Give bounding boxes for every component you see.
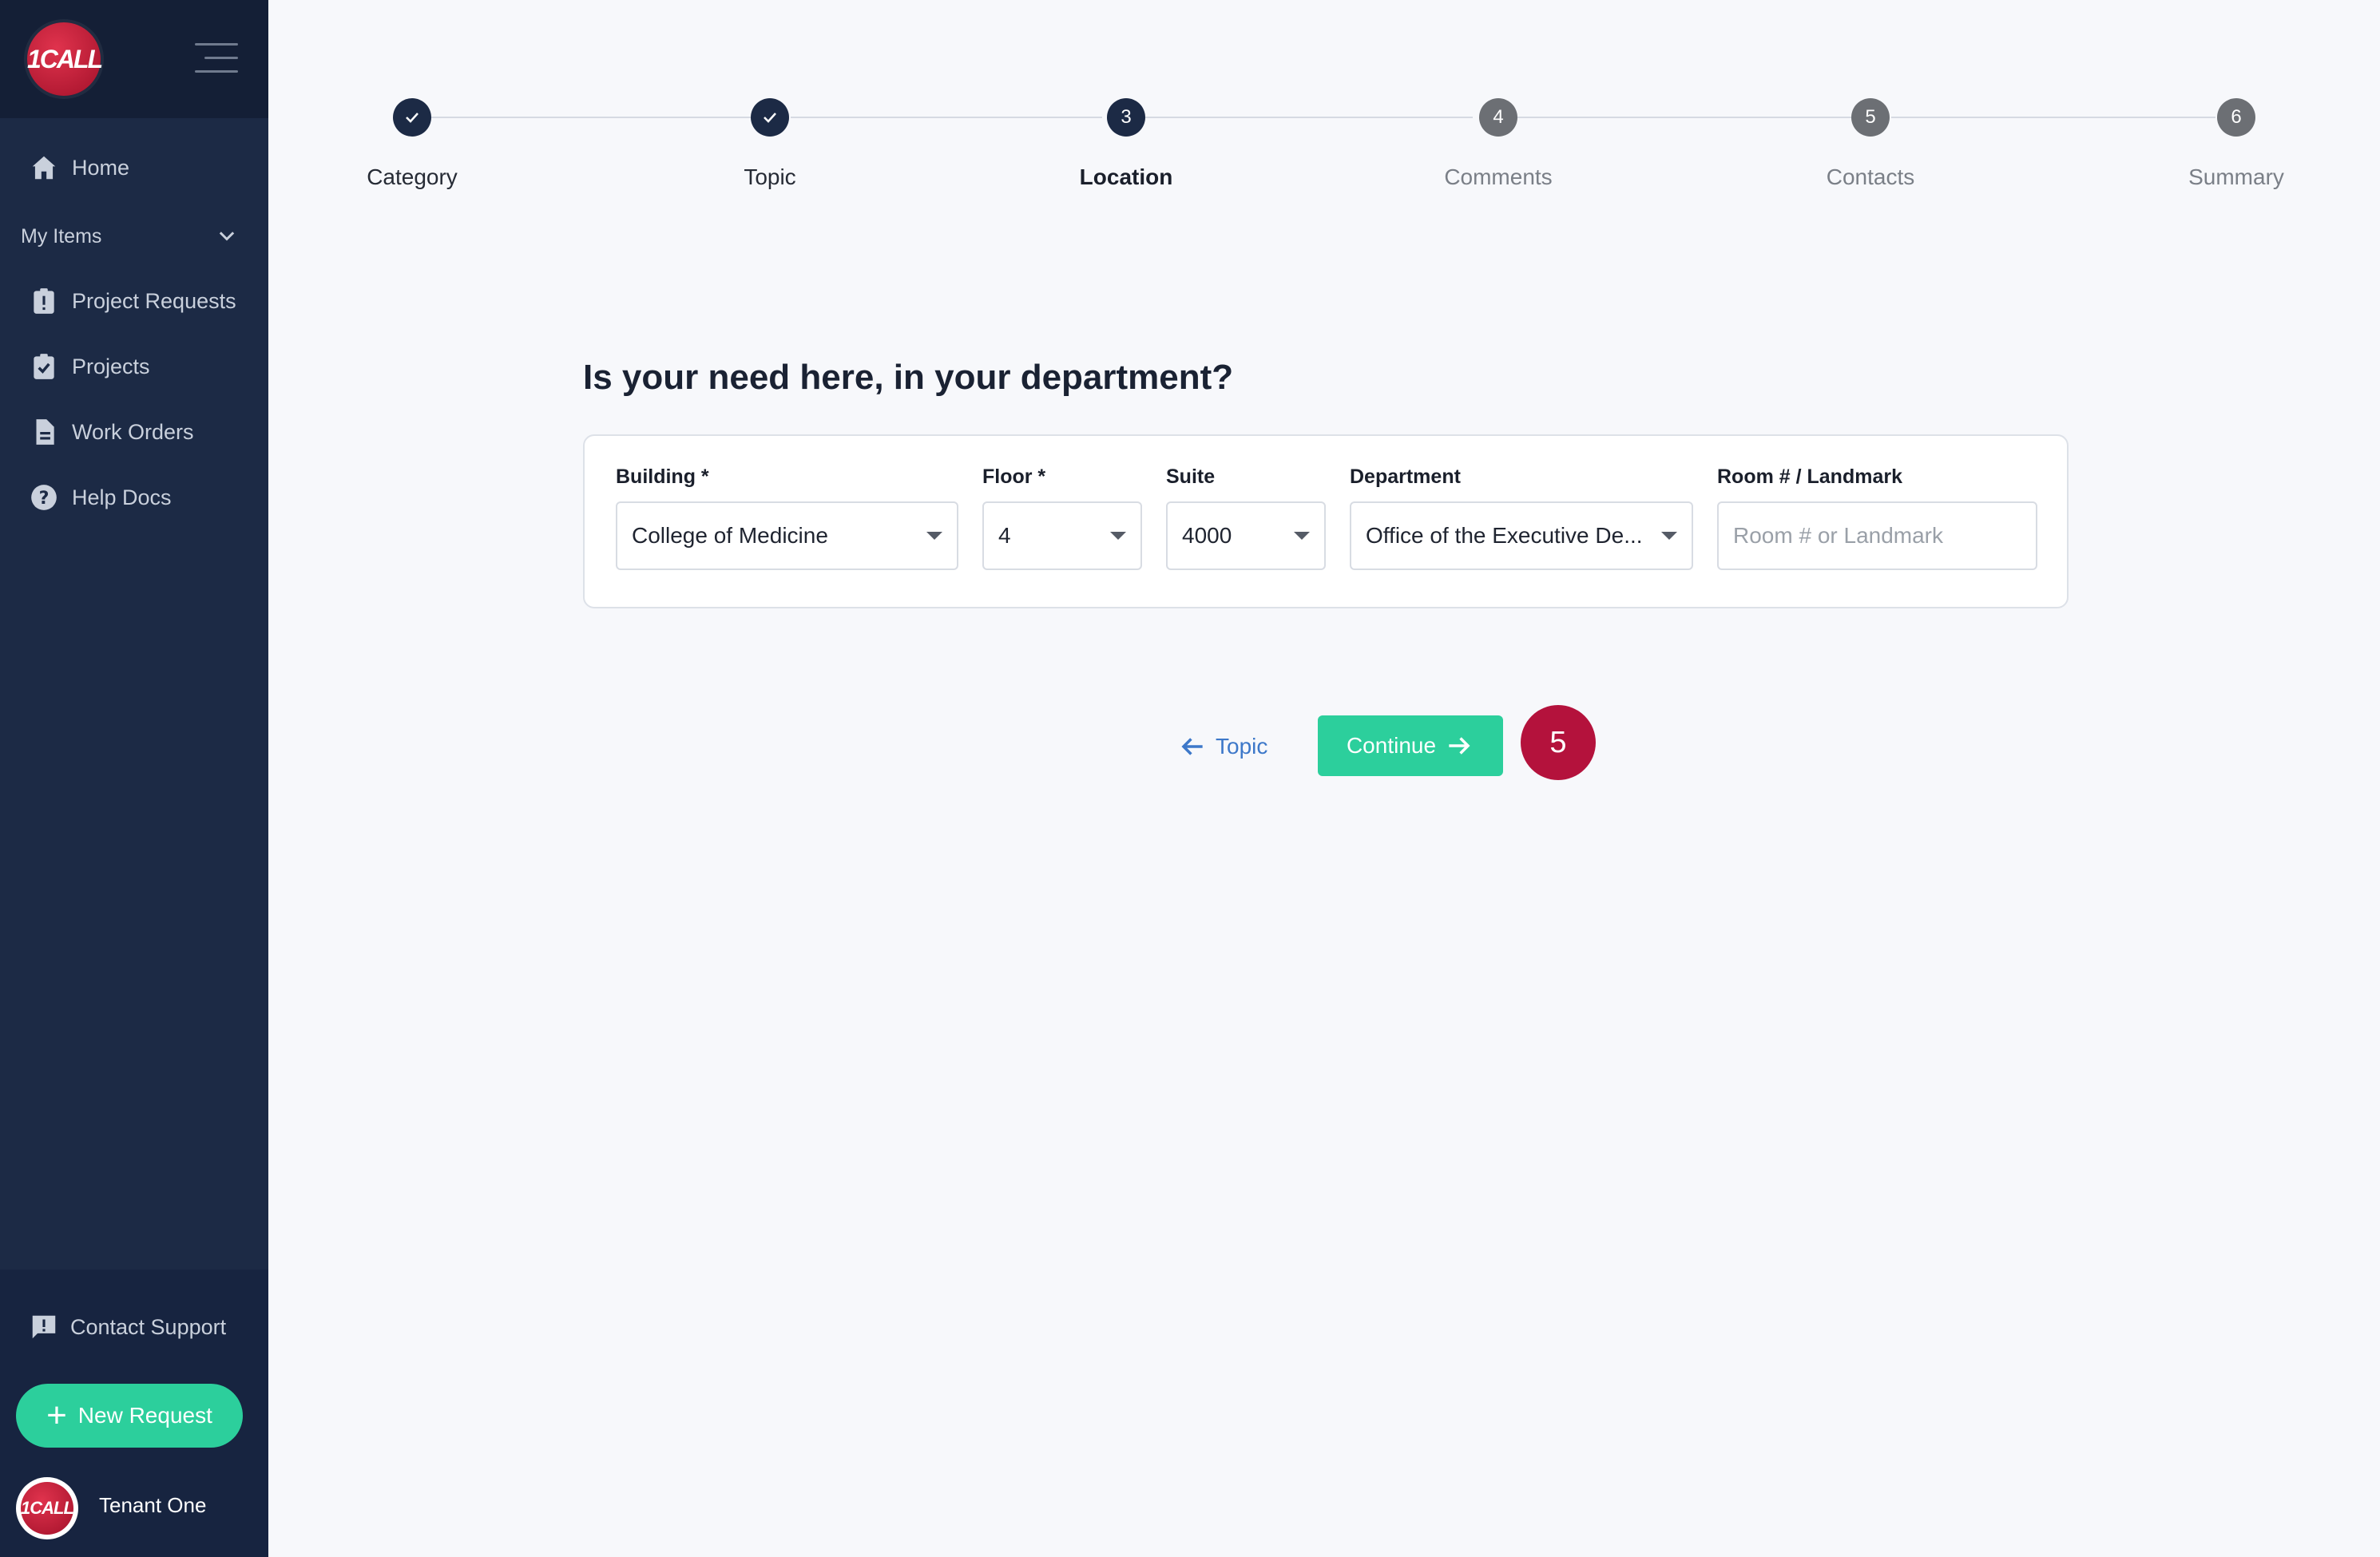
building-value: College of Medicine	[632, 523, 828, 548]
sidebar-item-projects[interactable]: Projects	[29, 349, 150, 384]
sidebar-item-label: Home	[72, 155, 130, 180]
menu-toggle-icon[interactable]	[195, 43, 238, 73]
app-logo[interactable]: 1CALL	[27, 22, 103, 96]
step-label-location: Location	[1079, 164, 1173, 189]
svg-text:?: ?	[39, 488, 50, 509]
floor-label: Floor *	[982, 466, 1046, 488]
stepper-connector	[1145, 117, 1473, 118]
chevron-down-icon	[219, 232, 235, 241]
back-label: Topic	[1216, 734, 1268, 759]
clipboard-check-icon	[34, 354, 54, 379]
stepper-connector	[791, 117, 1102, 118]
sidebar-item-label: Projects	[72, 354, 150, 378]
clipboard-alert-icon	[34, 288, 54, 314]
department-label: Department	[1350, 466, 1461, 488]
sidebar-item-help-docs[interactable]: ? Help Docs	[29, 480, 172, 515]
arrow-right-icon	[1449, 737, 1470, 755]
page-title: Is your need here, in your department?	[583, 358, 1234, 397]
contact-support-link[interactable]: Contact Support	[29, 1309, 226, 1345]
sidebar: 1CALL Home My Items Project Requests Pro…	[0, 0, 268, 1557]
room-placeholder: Room # or Landmark	[1733, 523, 1944, 548]
step-summary-number: 6	[2217, 98, 2255, 137]
sidebar-item-project-requests[interactable]: Project Requests	[29, 283, 236, 319]
stepper-connector	[1517, 117, 1853, 118]
home-icon	[32, 156, 56, 180]
dropdown-caret-icon	[926, 532, 942, 540]
step-label-topic: Topic	[744, 164, 796, 189]
step-topic-check-icon	[751, 98, 789, 137]
department-value: Office of the Executive De...	[1366, 523, 1643, 548]
suite-label: Suite	[1166, 466, 1216, 488]
avatar[interactable]: 1CALL	[16, 1477, 78, 1539]
department-select[interactable]: Office of the Executive De...	[1350, 501, 1693, 570]
sidebar-item-work-orders[interactable]: Work Orders	[29, 414, 194, 450]
arrow-left-icon	[1181, 738, 1203, 755]
step-comments-number: 4	[1479, 98, 1517, 137]
floor-select[interactable]: 4	[982, 501, 1142, 570]
my-items-label: My Items	[21, 224, 102, 248]
room-landmark-input[interactable]: Room # or Landmark	[1717, 501, 2037, 570]
step-label-contacts: Contacts	[1826, 164, 1915, 189]
plus-icon: +	[46, 1396, 67, 1435]
step-category-check-icon	[393, 98, 431, 137]
step-label-comments: Comments	[1444, 164, 1553, 189]
continue-label: Continue	[1346, 733, 1437, 758]
contact-support-label: Contact Support	[70, 1314, 227, 1339]
building-select[interactable]: College of Medicine	[616, 501, 958, 570]
step-location-number: 3	[1107, 98, 1145, 137]
step-label-summary: Summary	[2188, 164, 2284, 189]
sidebar-header: 1CALL	[0, 0, 268, 118]
suite-value: 4000	[1182, 523, 1232, 548]
document-icon	[36, 419, 54, 445]
feedback-icon	[32, 1315, 56, 1339]
back-to-topic-link[interactable]: Topic	[1177, 730, 1267, 763]
step-annotation-badge: 5	[1521, 705, 1596, 780]
step-contacts-number: 5	[1851, 98, 1890, 137]
dropdown-caret-icon	[1661, 532, 1677, 540]
dropdown-caret-icon	[1294, 532, 1310, 540]
my-items-toggle[interactable]: My Items	[21, 220, 238, 252]
help-circle-icon: ?	[31, 485, 57, 510]
new-request-label: New Request	[77, 1403, 212, 1428]
sidebar-item-home[interactable]: Home	[29, 150, 129, 185]
step-label-category: Category	[367, 164, 458, 189]
suite-select[interactable]: 4000	[1166, 501, 1326, 570]
sidebar-item-label: Help Docs	[72, 485, 172, 509]
floor-value: 4	[998, 523, 1011, 548]
continue-button[interactable]: Continue	[1318, 715, 1503, 776]
dropdown-caret-icon	[1110, 532, 1126, 540]
sidebar-item-label: Project Requests	[72, 288, 236, 313]
stepper-connector	[431, 117, 751, 118]
building-label: Building *	[616, 466, 709, 488]
stepper-connector	[1891, 117, 2215, 118]
new-request-button[interactable]: + New Request	[16, 1384, 243, 1448]
sidebar-item-label: Work Orders	[72, 419, 194, 444]
room-label: Room # / Landmark	[1717, 466, 1902, 488]
user-name: Tenant One	[99, 1493, 207, 1517]
